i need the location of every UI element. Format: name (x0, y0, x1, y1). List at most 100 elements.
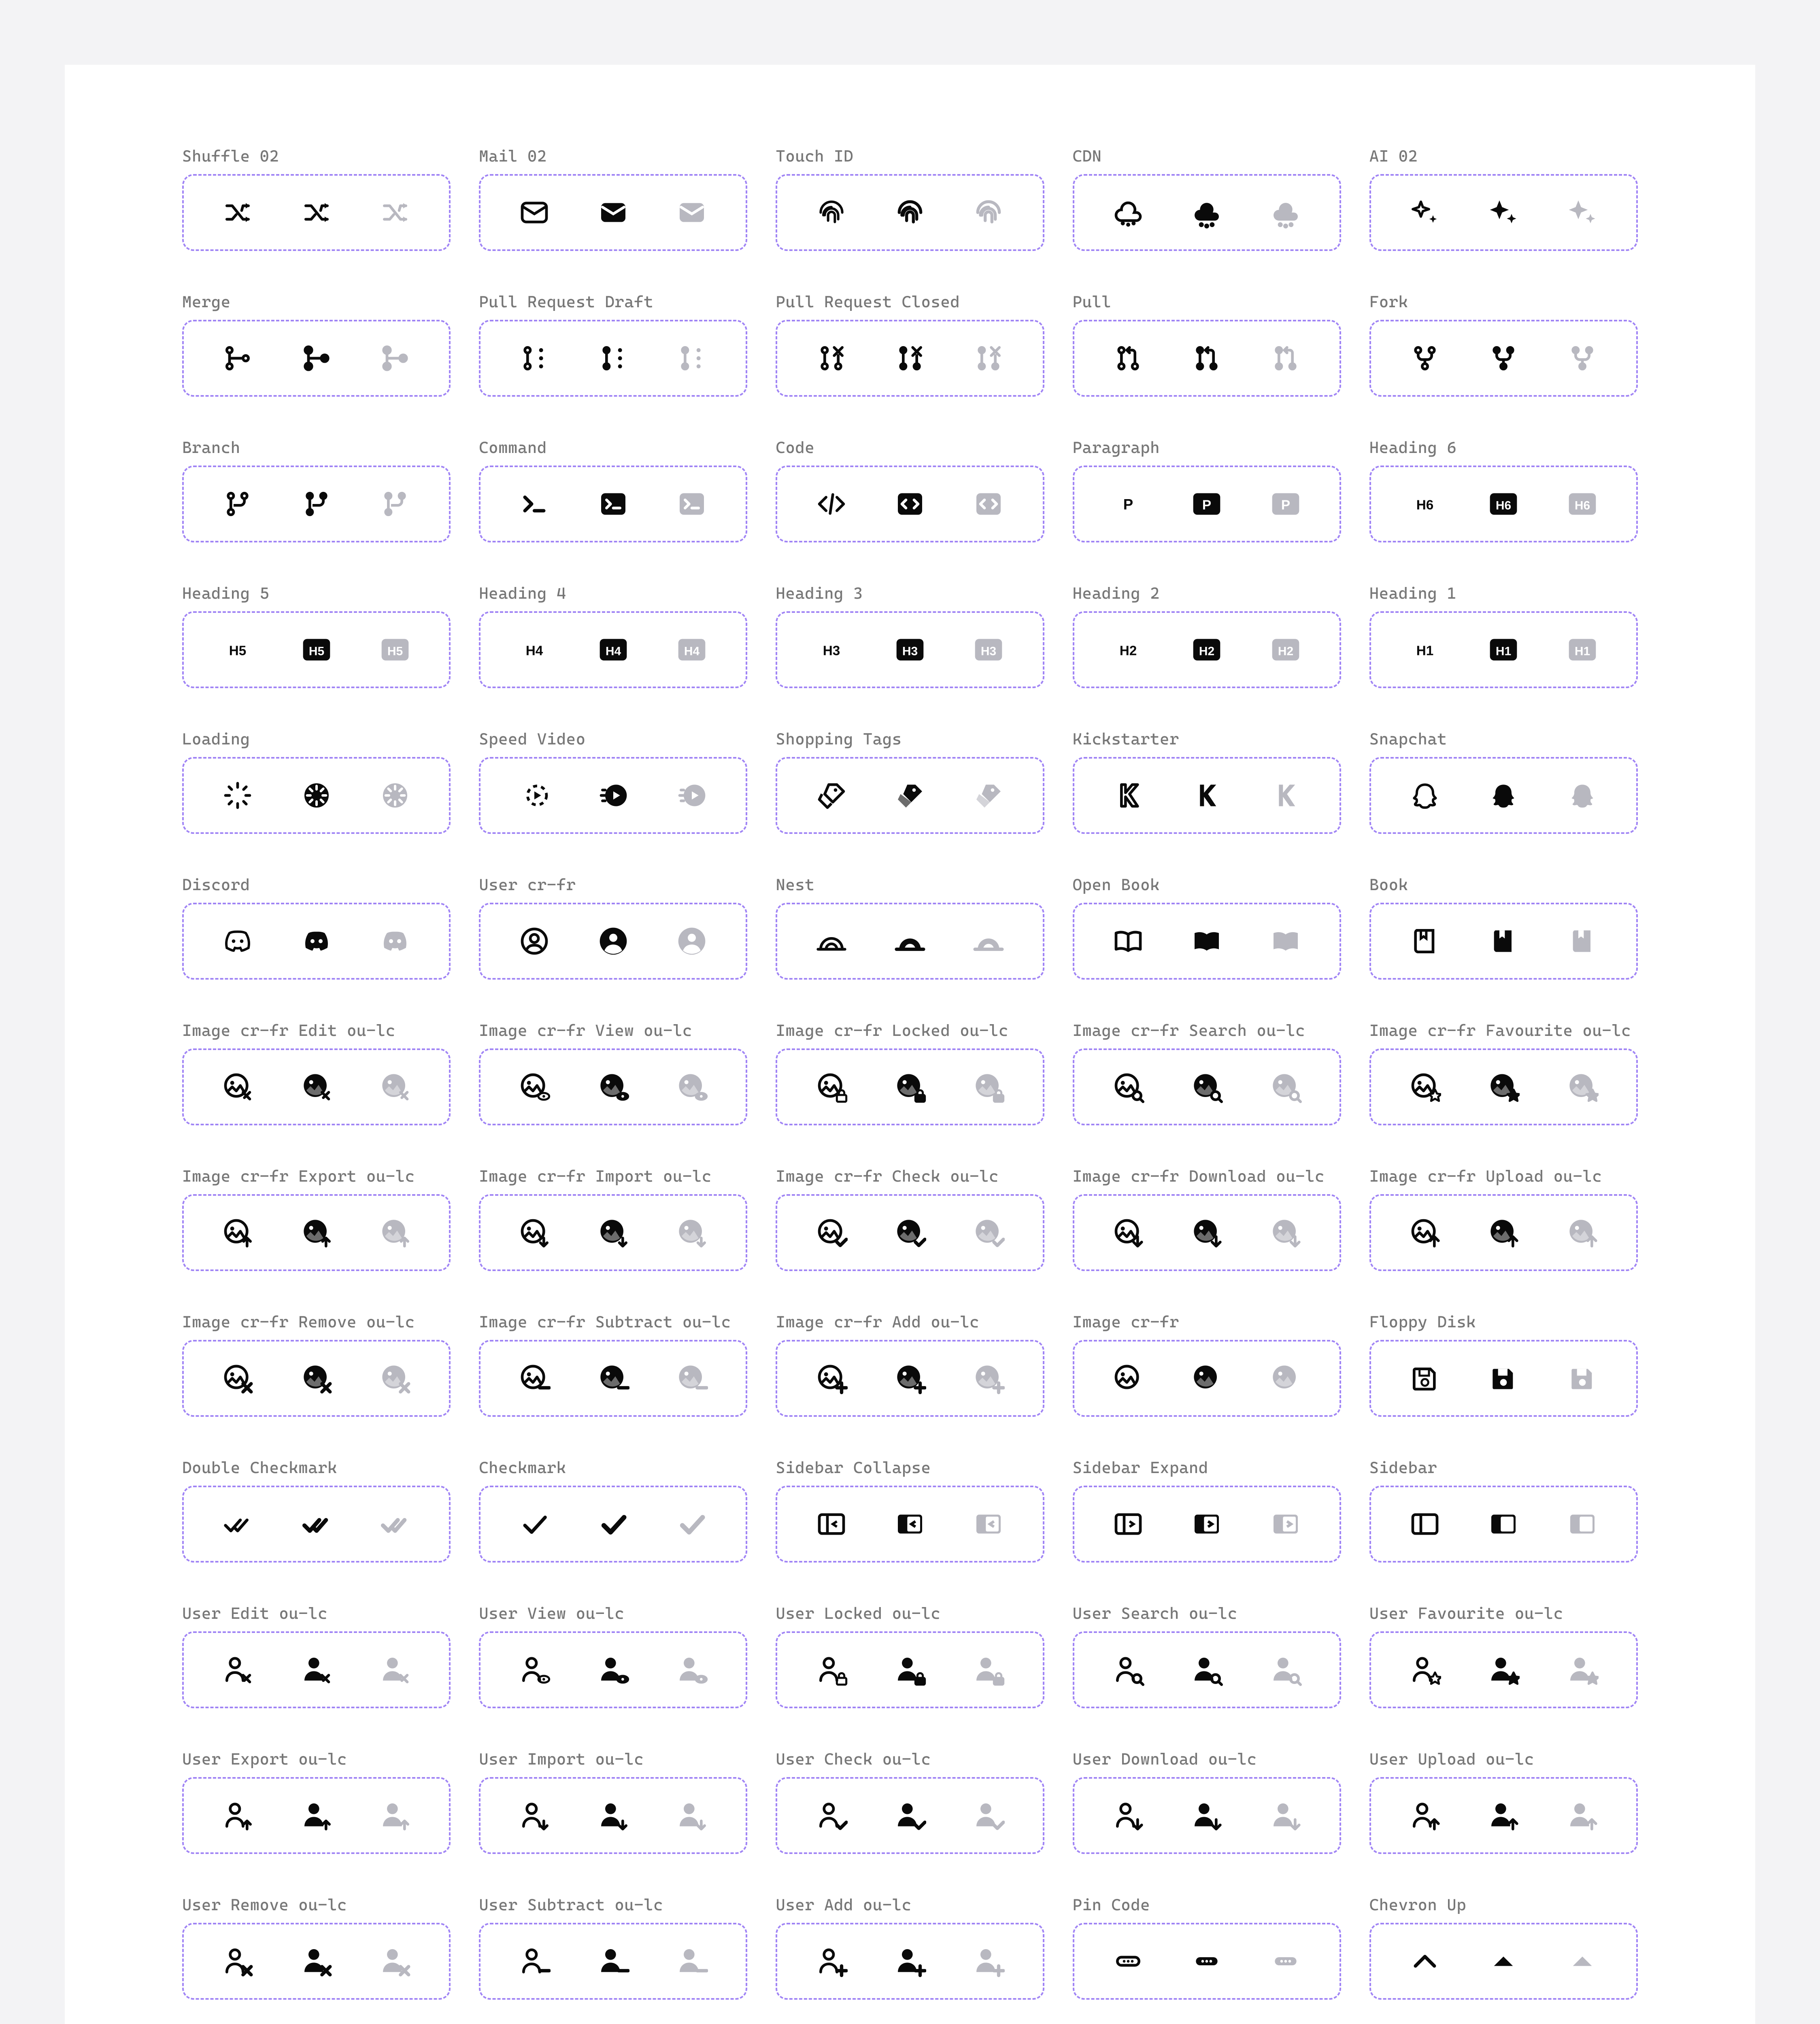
open-book-filled-icon[interactable] (1184, 919, 1229, 963)
heading-1-filled-icon[interactable]: H1 (1481, 627, 1526, 672)
user-upload-ou-lc-filled-icon[interactable] (1481, 1793, 1526, 1838)
chevron-up-outline-icon[interactable] (1403, 1939, 1447, 1984)
image-cr-fr-import-ou-lc-duotone-icon[interactable] (670, 1210, 714, 1255)
sidebar-expand-duotone-icon[interactable] (1263, 1502, 1308, 1546)
image-cr-fr-locked-ou-lc-duotone-icon[interactable] (966, 1065, 1011, 1109)
mail-02-outline-icon[interactable] (512, 190, 557, 235)
touch-id-duotone-icon[interactable] (966, 190, 1011, 235)
image-cr-fr-check-ou-lc-outline-icon[interactable] (809, 1210, 854, 1255)
image-cr-fr-favourite-ou-lc-filled-icon[interactable] (1481, 1065, 1526, 1109)
image-cr-fr-subtract-ou-lc-duotone-icon[interactable] (670, 1356, 714, 1401)
image-cr-fr-remove-ou-lc-outline-icon[interactable] (215, 1356, 260, 1401)
fork-outline-icon[interactable] (1403, 336, 1447, 381)
touch-id-outline-icon[interactable] (809, 190, 854, 235)
image-cr-fr-edit-ou-lc-outline-icon[interactable] (215, 1065, 260, 1109)
heading-2-duotone-icon[interactable]: H2 (1263, 627, 1308, 672)
user-view-ou-lc-outline-icon[interactable] (512, 1648, 557, 1692)
image-cr-fr-locked-ou-lc-outline-icon[interactable] (809, 1065, 854, 1109)
image-cr-fr-upload-ou-lc-duotone-icon[interactable] (1560, 1210, 1605, 1255)
user-remove-ou-lc-outline-icon[interactable] (215, 1939, 260, 1984)
image-cr-fr-subtract-ou-lc-outline-icon[interactable] (512, 1356, 557, 1401)
image-cr-fr-search-ou-lc-outline-icon[interactable] (1106, 1065, 1150, 1109)
user-subtract-ou-lc-filled-icon[interactable] (591, 1939, 636, 1984)
discord-filled-icon[interactable] (294, 919, 339, 963)
checkmark-outline-icon[interactable] (512, 1502, 557, 1546)
user-edit-ou-lc-outline-icon[interactable] (215, 1648, 260, 1692)
user-download-ou-lc-duotone-icon[interactable] (1263, 1793, 1308, 1838)
user-import-ou-lc-filled-icon[interactable] (591, 1793, 636, 1838)
pin-code-duotone-icon[interactable] (1263, 1939, 1308, 1984)
heading-6-duotone-icon[interactable]: H6 (1560, 482, 1605, 526)
chevron-up-duotone-icon[interactable] (1560, 1939, 1605, 1984)
user-check-ou-lc-duotone-icon[interactable] (966, 1793, 1011, 1838)
user-export-ou-lc-outline-icon[interactable] (215, 1793, 260, 1838)
ai-02-duotone-icon[interactable] (1560, 190, 1605, 235)
user-export-ou-lc-duotone-icon[interactable] (373, 1793, 417, 1838)
cdn-filled-icon[interactable] (1184, 190, 1229, 235)
loading-duotone-icon[interactable] (373, 773, 417, 818)
user-edit-ou-lc-filled-icon[interactable] (294, 1648, 339, 1692)
snapchat-duotone-icon[interactable] (1560, 773, 1605, 818)
image-cr-fr-subtract-ou-lc-filled-icon[interactable] (591, 1356, 636, 1401)
user-add-ou-lc-filled-icon[interactable] (888, 1939, 932, 1984)
user-remove-ou-lc-filled-icon[interactable] (294, 1939, 339, 1984)
image-cr-fr-search-ou-lc-filled-icon[interactable] (1184, 1065, 1229, 1109)
user-check-ou-lc-filled-icon[interactable] (888, 1793, 932, 1838)
heading-2-filled-icon[interactable]: H2 (1184, 627, 1229, 672)
user-edit-ou-lc-duotone-icon[interactable] (373, 1648, 417, 1692)
code-outline-icon[interactable] (809, 482, 854, 526)
image-cr-fr-view-ou-lc-duotone-icon[interactable] (670, 1065, 714, 1109)
image-cr-fr-check-ou-lc-duotone-icon[interactable] (966, 1210, 1011, 1255)
user-favourite-ou-lc-filled-icon[interactable] (1481, 1648, 1526, 1692)
snapchat-filled-icon[interactable] (1481, 773, 1526, 818)
user-import-ou-lc-duotone-icon[interactable] (670, 1793, 714, 1838)
loading-outline-icon[interactable] (215, 773, 260, 818)
sidebar-collapse-outline-icon[interactable] (809, 1502, 854, 1546)
double-checkmark-duotone-icon[interactable] (373, 1502, 417, 1546)
image-cr-fr-download-ou-lc-duotone-icon[interactable] (1263, 1210, 1308, 1255)
touch-id-filled-icon[interactable] (888, 190, 932, 235)
image-cr-fr-edit-ou-lc-filled-icon[interactable] (294, 1065, 339, 1109)
command-duotone-icon[interactable] (670, 482, 714, 526)
command-outline-icon[interactable] (512, 482, 557, 526)
user-view-ou-lc-filled-icon[interactable] (591, 1648, 636, 1692)
image-cr-fr-export-ou-lc-duotone-icon[interactable] (373, 1210, 417, 1255)
heading-5-filled-icon[interactable]: H5 (294, 627, 339, 672)
image-cr-fr-view-ou-lc-filled-icon[interactable] (591, 1065, 636, 1109)
image-cr-fr-outline-icon[interactable] (1106, 1356, 1150, 1401)
checkmark-filled-icon[interactable] (591, 1502, 636, 1546)
heading-3-duotone-icon[interactable]: H3 (966, 627, 1011, 672)
nest-duotone-icon[interactable] (966, 919, 1011, 963)
image-cr-fr-download-ou-lc-filled-icon[interactable] (1184, 1210, 1229, 1255)
pull-request-closed-filled-icon[interactable] (888, 336, 932, 381)
book-filled-icon[interactable] (1481, 919, 1526, 963)
branch-filled-icon[interactable] (294, 482, 339, 526)
user-locked-ou-lc-outline-icon[interactable] (809, 1648, 854, 1692)
user-locked-ou-lc-duotone-icon[interactable] (966, 1648, 1011, 1692)
user-subtract-ou-lc-outline-icon[interactable] (512, 1939, 557, 1984)
user-search-ou-lc-outline-icon[interactable] (1106, 1648, 1150, 1692)
image-cr-fr-export-ou-lc-filled-icon[interactable] (294, 1210, 339, 1255)
user-search-ou-lc-filled-icon[interactable] (1184, 1648, 1229, 1692)
user-add-ou-lc-duotone-icon[interactable] (966, 1939, 1011, 1984)
cdn-duotone-icon[interactable] (1263, 190, 1308, 235)
open-book-duotone-icon[interactable] (1263, 919, 1308, 963)
sidebar-filled-icon[interactable] (1481, 1502, 1526, 1546)
nest-filled-icon[interactable] (888, 919, 932, 963)
image-cr-fr-upload-ou-lc-outline-icon[interactable] (1403, 1210, 1447, 1255)
user-add-ou-lc-outline-icon[interactable] (809, 1939, 854, 1984)
cdn-outline-icon[interactable] (1106, 190, 1150, 235)
pull-request-closed-duotone-icon[interactable] (966, 336, 1011, 381)
user-subtract-ou-lc-duotone-icon[interactable] (670, 1939, 714, 1984)
paragraph-outline-icon[interactable]: P (1106, 482, 1150, 526)
command-filled-icon[interactable] (591, 482, 636, 526)
double-checkmark-filled-icon[interactable] (294, 1502, 339, 1546)
speed-video-filled-icon[interactable] (591, 773, 636, 818)
image-cr-fr-duotone-icon[interactable] (1263, 1356, 1308, 1401)
pull-request-draft-filled-icon[interactable] (591, 336, 636, 381)
paragraph-duotone-icon[interactable]: P (1263, 482, 1308, 526)
merge-duotone-icon[interactable] (373, 336, 417, 381)
ai-02-filled-icon[interactable] (1481, 190, 1526, 235)
discord-outline-icon[interactable] (215, 919, 260, 963)
code-duotone-icon[interactable] (966, 482, 1011, 526)
